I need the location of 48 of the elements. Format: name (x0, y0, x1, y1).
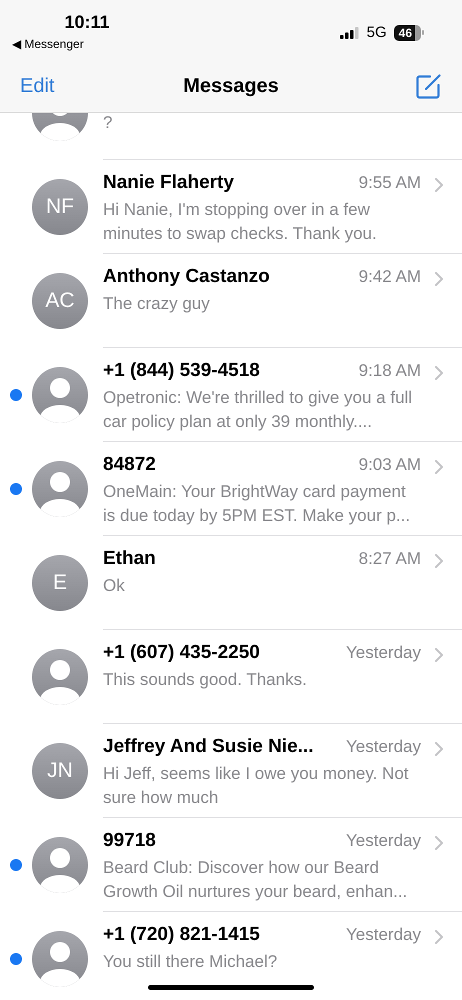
message-preview: Opetronic: We're thrilled to give you a full car policy plan at only 39 monthly.... (103, 387, 414, 433)
message-preview: The crazy guy (103, 293, 211, 315)
message-time: 9:42 AM (358, 267, 421, 287)
chevron-icon (435, 648, 443, 662)
back-to-app-link[interactable]: ◀ Messenger (12, 36, 84, 52)
message-time: Yesterday (346, 737, 421, 757)
message-preview: Ok (103, 575, 126, 597)
contact-avatar: NF (32, 179, 88, 235)
chevron-icon (435, 272, 443, 286)
screen-title: Messages (183, 74, 279, 96)
chevron-icon (435, 178, 443, 192)
contact-name: Ethan (103, 548, 157, 570)
chevron-icon (435, 742, 443, 756)
message-time: Yesterday (346, 925, 421, 945)
chevron-icon (435, 366, 443, 380)
message-time: Yesterday (346, 831, 421, 851)
contact-name: +1 (607) 435-2250 (103, 642, 261, 664)
contact-name: +1 (720) 821-1415 (103, 924, 261, 946)
network-label: 5G (366, 24, 387, 41)
chevron-icon (435, 930, 443, 944)
message-time: 9:55 AM (358, 173, 421, 193)
message-preview: Beard Club: Discover how our Beard Growth Oil nurtures your beard, enhan... (103, 857, 408, 903)
message-preview: Hi Nanie, I'm stopping over in a few minutes to swap checks. Thank you. (103, 199, 378, 245)
contact-name: Nanie Flaherty (103, 172, 235, 194)
contact-avatar: E (32, 555, 88, 611)
message-preview: OneMain: Your BrightWay card payment is due today by 5PM EST. Make your p... (103, 481, 412, 527)
contact-avatar: AC (32, 273, 88, 329)
chevron-icon (435, 836, 443, 850)
chevron-icon (435, 460, 443, 474)
message-preview: Hi Jeff, seems like I owe you money. Not sure how much (103, 763, 410, 809)
message-preview: You still there Michael? (103, 951, 278, 973)
message-time: 8:27 AM (358, 549, 421, 569)
message-time: 9:18 AM (358, 361, 421, 381)
compose-icon[interactable] (415, 72, 442, 100)
edit-button[interactable]: Edit (20, 74, 54, 98)
contact-avatar: JN (32, 743, 88, 799)
signal-icon (340, 26, 360, 38)
contact-name: Jeffrey And Susie Nie... (103, 736, 314, 758)
message-preview: This sounds good. Thanks. (103, 669, 308, 691)
message-preview: ? (103, 112, 114, 134)
chevron-icon (435, 554, 443, 568)
message-time: Yesterday (346, 643, 421, 663)
contact-name: 99718 (103, 830, 157, 852)
clock-time: 10:11 (64, 11, 110, 34)
message-time: 9:03 AM (358, 455, 421, 475)
contact-name: Anthony Castanzo (103, 266, 271, 288)
contact-name: 84872 (103, 454, 157, 476)
contact-name: +1 (844) 539-4518 (103, 360, 261, 382)
